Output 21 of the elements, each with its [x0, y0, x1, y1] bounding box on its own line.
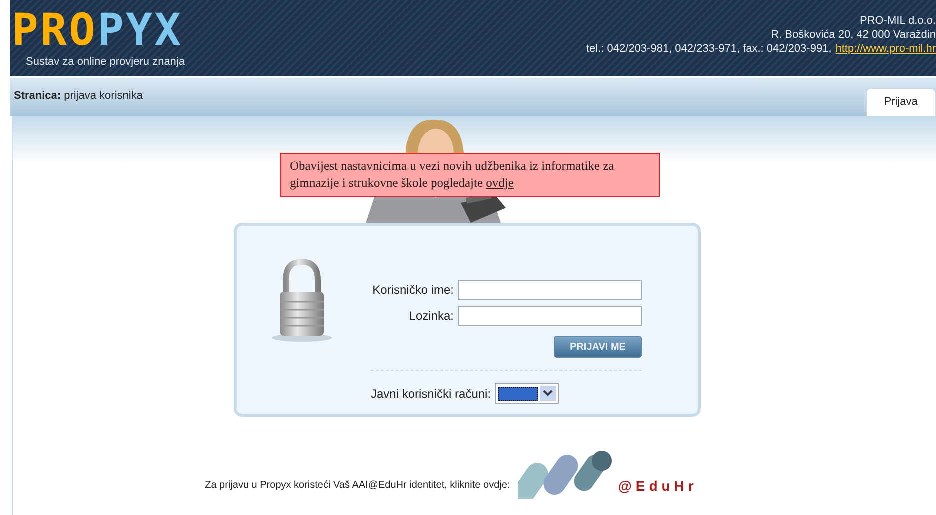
aai-login-link[interactable]: @EduHr [518, 449, 698, 499]
contact-info: tel.: 042/203-981, 042/233-971, fax.: 042/203-991, [586, 42, 832, 56]
eduhr-logo-text: @EduHr [618, 477, 698, 496]
public-accounts-dropdown[interactable] [495, 383, 560, 404]
aai-login-text: Za prijavu u Propyx koristeći Vaš AAI@EduHr identitet, kliknite ovdje: [205, 479, 510, 493]
password-field[interactable] [458, 306, 642, 326]
notice-box: Obavijest nastavnicima u vezi novih udžbenika iz informatike za gimnazije i strukovne škole pogledajte ovdje [280, 153, 660, 197]
username-label: Korisničko ime: [372, 282, 454, 299]
website-link[interactable]: http://www.pro-mil.hr [836, 42, 936, 56]
breadcrumb-page: prijava korisnika [64, 88, 143, 104]
logo: PROPYX [12, 10, 184, 52]
notice-link[interactable]: ovdje [486, 176, 514, 190]
username-field[interactable] [458, 280, 642, 300]
breadcrumb-label: Stranica: [14, 88, 62, 104]
company-address: R. Boškovića 20, 42 000 Varaždin [771, 28, 936, 42]
password-label: Lozinka: [409, 308, 454, 325]
tab[interactable]: Prijava [866, 88, 936, 116]
tagline: Sustav za online provjeru znanja [25, 55, 185, 70]
company-name: PRO-MIL d.o.o. [860, 14, 936, 28]
padlock-icon [270, 258, 334, 342]
public-accounts-label: Javni korisnički računi: [371, 386, 492, 402]
